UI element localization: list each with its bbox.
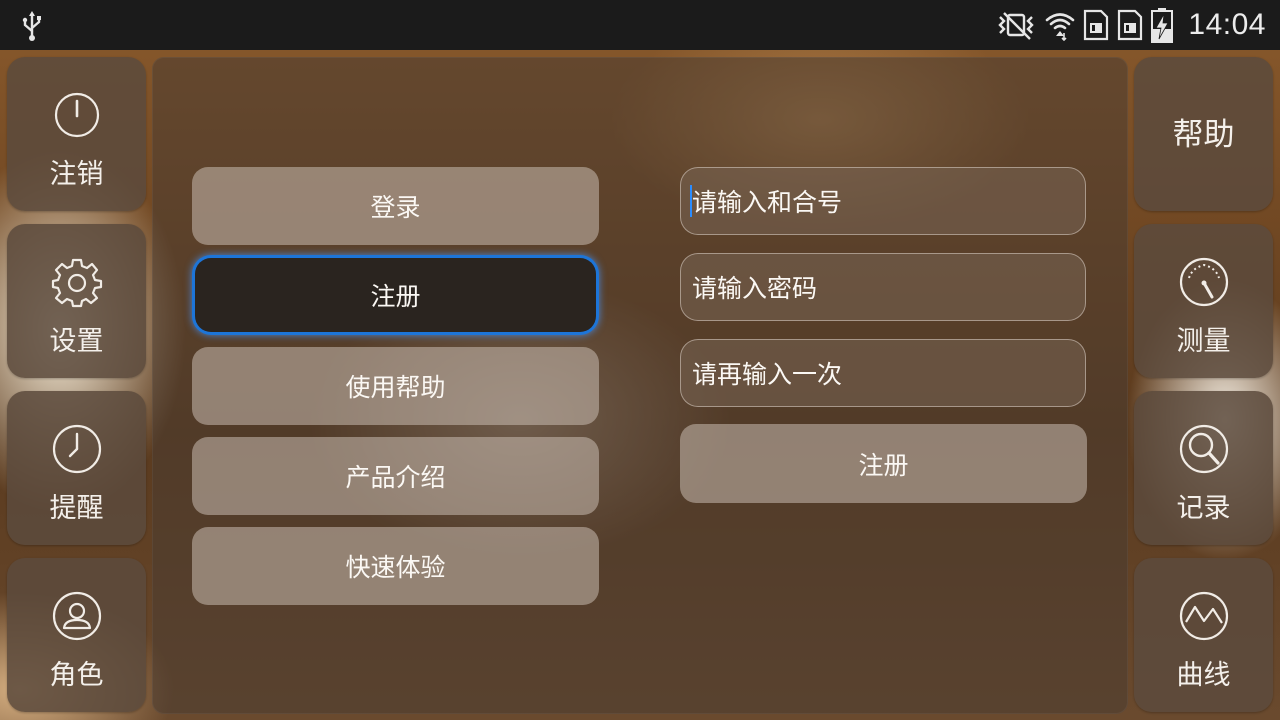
menu-help-label: 使用帮助 [345,373,446,402]
nav-measure-label: 测量 [1176,326,1231,357]
curve-chart-icon [1179,591,1229,641]
status-bar: 14:04 [0,0,1280,50]
menu-register-button[interactable]: 注册 [195,258,596,332]
gear-icon [51,258,103,308]
sim-card-2-icon [1118,9,1143,41]
usb-icon [22,11,41,41]
user-icon [52,591,102,641]
password-input-placeholder: 请输入密码 [692,274,818,303]
menu-login-label: 登录 [370,193,421,222]
menu-product-intro-button[interactable]: 产品介绍 [192,437,599,515]
nav-logout-button[interactable]: 注销 [7,57,146,211]
register-submit-button[interactable]: 注册 [680,424,1087,503]
account-input[interactable]: 请输入和合号 [680,167,1086,235]
clock-icon [52,424,102,474]
menu-quick-trial-button[interactable]: 快速体验 [192,527,599,605]
confirm-password-input[interactable]: 请再输入一次 [680,339,1086,407]
battery-charging-icon [1151,8,1174,43]
nav-measure-button[interactable]: 测量 [1134,224,1273,378]
nav-settings-button[interactable]: 设置 [7,224,146,378]
nav-records-label: 记录 [1176,493,1231,524]
gauge-icon [1179,257,1229,307]
nav-logout-label: 注销 [49,159,104,190]
nav-curve-label: 曲线 [1176,660,1231,691]
vibrate-mute-icon [998,12,1035,40]
register-submit-label: 注册 [858,450,909,480]
nav-help-label: 帮助 [1172,117,1235,153]
wifi-icon [1046,13,1075,41]
nav-help-button[interactable]: 帮助 [1134,57,1273,211]
nav-curve-button[interactable]: 曲线 [1134,558,1273,712]
nav-role-label: 角色 [49,660,104,691]
nav-role-button[interactable]: 角色 [7,558,146,712]
account-input-placeholder: 请输入和合号 [692,188,843,217]
menu-product-intro-label: 产品介绍 [345,463,446,492]
power-icon [54,92,100,138]
sim-card-1-icon [1084,9,1109,41]
nav-settings-label: 设置 [49,326,104,357]
nav-records-button[interactable]: 记录 [1134,391,1273,545]
confirm-password-input-placeholder: 请再输入一次 [692,360,843,389]
nav-reminder-label: 提醒 [49,493,104,524]
menu-quick-trial-label: 快速体验 [345,553,446,582]
menu-login-button[interactable]: 登录 [192,167,599,245]
menu-register-label: 注册 [370,282,421,311]
password-input[interactable]: 请输入密码 [680,253,1086,321]
magnifier-icon [1179,424,1229,474]
status-time: 14:04 [1188,8,1266,41]
menu-help-button[interactable]: 使用帮助 [192,347,599,425]
nav-reminder-button[interactable]: 提醒 [7,391,146,545]
